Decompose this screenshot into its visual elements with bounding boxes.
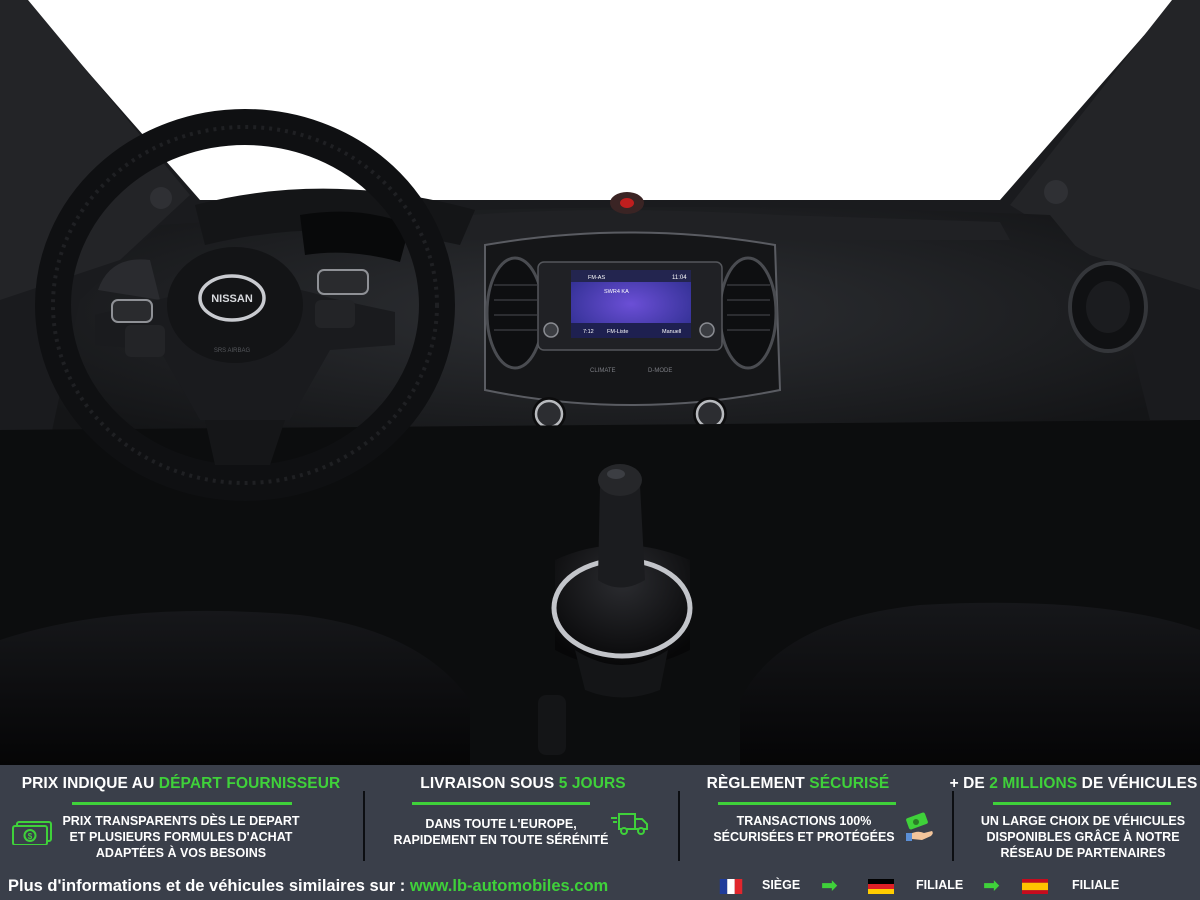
banner-separator — [678, 791, 680, 861]
feature-price: PRIX INDIQUE AU DÉPART FOURNISSEUR $ PRI… — [0, 765, 362, 870]
feature-delivery-text: DANS TOUTE L'EUROPE, RAPIDEMENT EN TOUTE… — [393, 817, 609, 847]
feature-price-title: PRIX INDIQUE AU DÉPART FOURNISSEUR — [21, 775, 341, 792]
footer-info-text: Plus d'informations et de véhicules simi… — [8, 877, 609, 895]
screen-manual: Manuell — [662, 329, 681, 335]
feature-vehicles-title: + DE 2 MILLIONS DE VÉHICULES — [949, 775, 1198, 792]
page: FM-AS 11:04 SWR4 KA 7:12 FM-Liste Manuel… — [0, 0, 1200, 900]
feature-vehicles-underline — [993, 802, 1171, 805]
info-banner: PRIX INDIQUE AU DÉPART FOURNISSEUR $ PRI… — [0, 765, 1200, 900]
spain-flag-icon — [1022, 879, 1048, 894]
feature-vehicles-text: UN LARGE CHOIX DE VÉHICULES DISPONIBLES … — [980, 814, 1186, 860]
feature-payment-title: RÈGLEMENT SÉCURISÉ — [706, 775, 890, 792]
location-label-filiale-spain: FILIALE — [1072, 878, 1120, 892]
feature-payment-text: TRANSACTIONS 100% SÉCURISÉES ET PROTÉGÉE… — [713, 814, 895, 844]
dmode-label: D-MODE — [648, 368, 672, 374]
svg-text:$: $ — [28, 832, 33, 841]
feature-vehicles: + DE 2 MILLIONS DE VÉHICULES UN LARGE CH… — [950, 765, 1200, 870]
car-interior-photo: FM-AS 11:04 SWR4 KA 7:12 FM-Liste Manuel… — [0, 0, 1200, 765]
banner-separator — [952, 791, 954, 861]
arrow-right-icon: ➡ — [821, 875, 838, 897]
screen-station: SWR4 KA — [604, 289, 629, 295]
feature-price-text: PRIX TRANSPARENTS DÈS LE DEPART ET PLUSI… — [62, 814, 300, 860]
banner-separator — [363, 791, 365, 861]
money-icon: $ — [12, 821, 52, 845]
location-label-siege: SIÈGE — [762, 878, 801, 892]
payment-hand-icon — [906, 812, 933, 841]
screen-band: FM-AS — [588, 275, 605, 281]
location-label-filiale-germany: FILIALE — [916, 878, 964, 892]
france-flag-icon — [719, 879, 743, 894]
feature-price-underline — [72, 802, 292, 805]
website-link[interactable]: www.lb-automobiles.com — [410, 877, 608, 895]
right-center-vent — [718, 256, 778, 370]
nissan-emblem: NISSAN — [211, 293, 253, 305]
climate-label: CLIMATE — [590, 368, 616, 374]
feature-payment-underline — [718, 802, 896, 805]
screen-clock: 11:04 — [672, 275, 687, 281]
feature-delivery: LIVRAISON SOUS 5 JOURS DANS TOUTE L'EURO… — [366, 765, 680, 870]
feature-delivery-title: LIVRAISON SOUS 5 JOURS — [420, 775, 626, 792]
feature-delivery-underline — [412, 802, 590, 805]
screen-fm-list: FM-Liste — [607, 329, 628, 335]
arrow-right-icon: ➡ — [983, 875, 1000, 897]
delivery-truck-icon — [611, 813, 648, 835]
feature-payment: RÈGLEMENT SÉCURISÉ TRANSACTIONS 100% SÉC… — [682, 765, 954, 870]
screen-preset: 7:12 — [583, 329, 594, 335]
left-center-vent — [485, 256, 545, 370]
airbag-label: SRS AIRBAG — [214, 348, 251, 354]
germany-flag-icon — [868, 879, 894, 894]
